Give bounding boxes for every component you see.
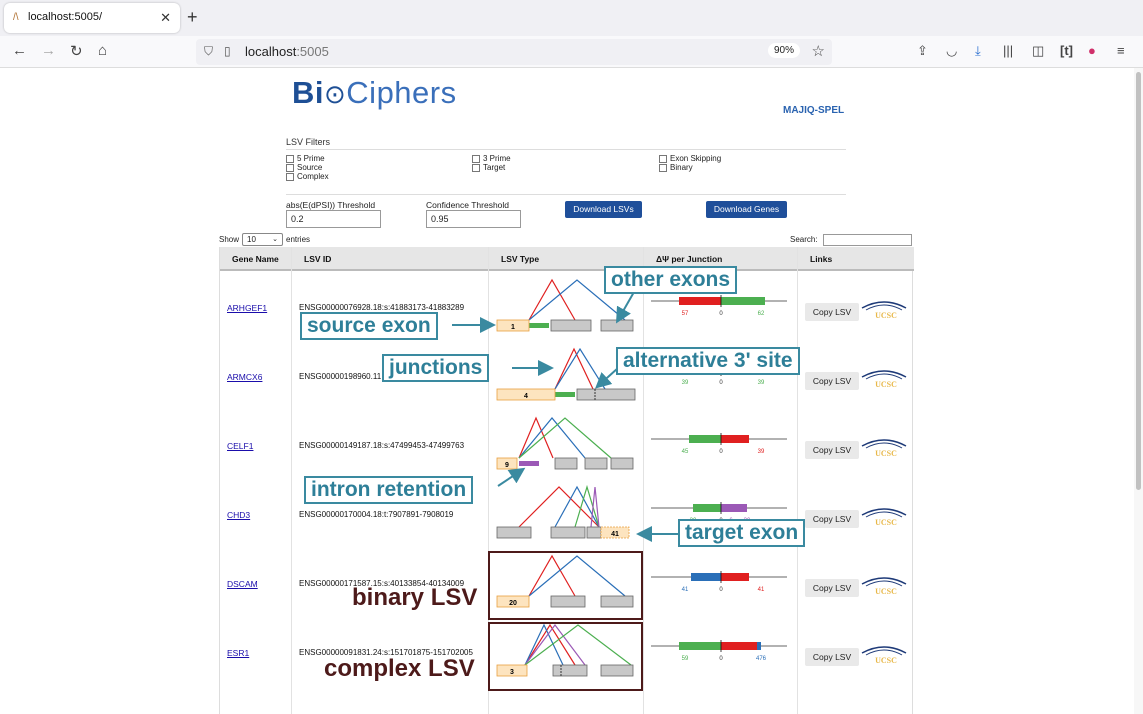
browser-nav-bar: ← → ↻ ⌂ ⛉ ▯ localhost:5005 90% ☆ ⇪ ◡ ⤓ |…: [0, 36, 1143, 68]
favicon-icon: /\: [13, 12, 19, 23]
url-text[interactable]: localhost:5005: [245, 44, 329, 59]
bookmark-star-icon[interactable]: ☆: [812, 42, 825, 60]
extension-t-icon[interactable]: [t]: [1060, 43, 1073, 58]
pocket-icon[interactable]: ◡: [946, 43, 957, 59]
label-complex-lsv: complex LSV: [324, 655, 475, 682]
callout-junctions: junctions: [382, 354, 490, 382]
forward-icon[interactable]: →: [41, 42, 56, 59]
url-bar[interactable]: ⛉ ▯ localhost:5005 90% ☆: [196, 39, 832, 65]
binary-lsv-box: [488, 551, 643, 620]
zoom-badge[interactable]: 90%: [767, 43, 800, 58]
callout-alt3: alternative 3' site: [616, 347, 800, 375]
download-icon[interactable]: ⤓: [975, 43, 981, 59]
callout-other-exons: other exons: [604, 266, 738, 294]
label-binary-lsv: binary LSV: [352, 584, 478, 611]
library-icon[interactable]: |||: [1003, 43, 1013, 58]
reload-icon[interactable]: ↻: [70, 42, 83, 60]
browser-tab-bar: /\ localhost:5005/ ✕ +: [0, 0, 1143, 36]
sidebar-icon[interactable]: ◫: [1032, 43, 1044, 59]
page-content: Bi⊙Ciphers MAJIQ-SPEL LSV Filters 5 Prim…: [0, 68, 1134, 714]
page-info-icon[interactable]: ▯: [224, 44, 231, 58]
callout-source-exon: source exon: [300, 312, 438, 340]
tab-title: localhost:5005/: [28, 11, 102, 23]
page-scrollbar[interactable]: [1134, 68, 1143, 714]
menu-icon[interactable]: ≡: [1117, 43, 1125, 58]
close-tab-icon[interactable]: ✕: [160, 10, 171, 26]
share-icon[interactable]: ⇪: [917, 43, 928, 59]
home-icon[interactable]: ⌂: [98, 42, 107, 59]
extension-color-icon[interactable]: ●: [1088, 43, 1096, 58]
shield-icon[interactable]: ⛉: [204, 44, 213, 59]
new-tab-icon[interactable]: +: [187, 7, 198, 28]
callout-intron-retention: intron retention: [304, 476, 474, 504]
complex-lsv-box: [488, 622, 643, 691]
browser-tab[interactable]: /\ localhost:5005/ ✕: [4, 3, 180, 33]
back-icon[interactable]: ←: [12, 42, 27, 59]
callout-target-exon: target exon: [678, 519, 806, 547]
